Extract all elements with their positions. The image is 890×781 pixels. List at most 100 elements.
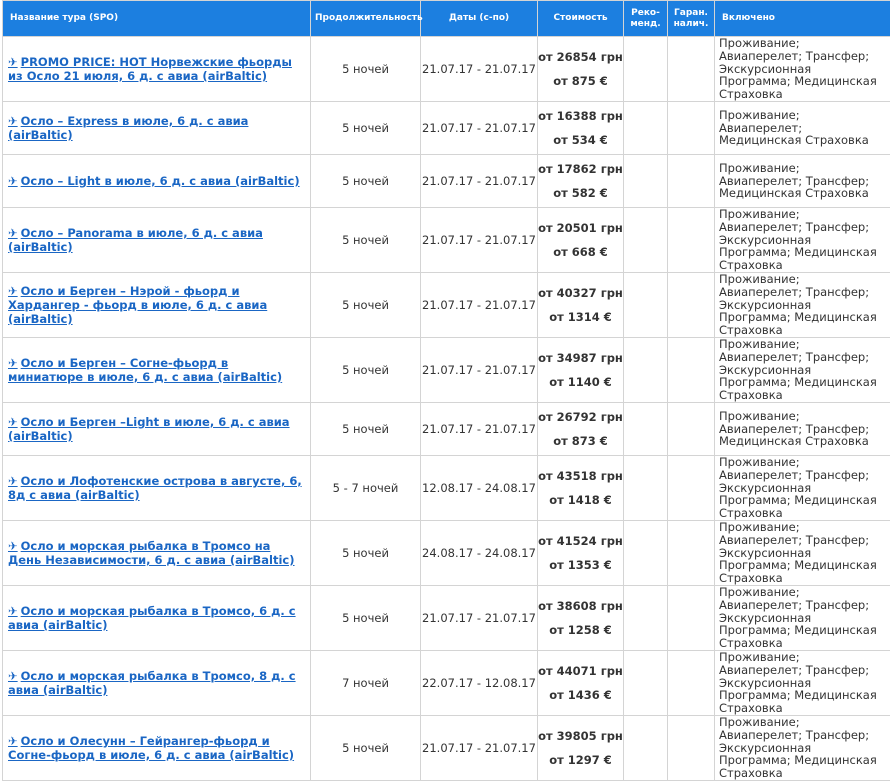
- tour-link-text: Осло и Берген – Нэрой - фьорд и Харданге…: [8, 284, 267, 326]
- tour-link-text: Осло и морская рыбалка в Тромсо, 6 д. с …: [8, 604, 296, 632]
- price-uah: от 17862 грн: [538, 160, 623, 178]
- tour-link[interactable]: ✈PROMO PRICE: HOT Норвежские фьорды из О…: [8, 55, 306, 83]
- price-cell: от 16388 грнот 534 €: [538, 101, 624, 154]
- recommended-cell: [624, 154, 668, 207]
- dates-cell: 12.08.17 - 24.08.17: [421, 455, 538, 520]
- price-eur: от 1314 €: [538, 308, 623, 326]
- price-uah: от 40327 грн: [538, 284, 623, 302]
- recommended-cell: [624, 650, 668, 715]
- tour-link-text: Осло – Express в июле, 6 д. с авиа (airB…: [8, 114, 248, 142]
- price-cell: от 40327 грн от 1314 €: [538, 272, 624, 337]
- recommended-cell: [624, 715, 668, 780]
- tour-link[interactable]: ✈Осло и морская рыбалка в Тромсо на День…: [8, 539, 306, 567]
- table-row: ✈Осло – Express в июле, 6 д. с авиа (air…: [3, 101, 890, 154]
- price-eur: от 582 €: [538, 184, 623, 202]
- price-eur: от 1353 €: [538, 556, 623, 574]
- tour-link-text: Осло – Panorama в июле, 6 д. с авиа (air…: [8, 226, 263, 254]
- header-dates[interactable]: Даты (с-по): [421, 1, 538, 37]
- guaranteed-cell: [668, 520, 715, 585]
- included-cell: Проживание; Авиаперелет; Трансфер; Экску…: [715, 715, 890, 780]
- tour-link[interactable]: ✈Осло и Олесунн – Гейрангер-фьорд и Согн…: [8, 734, 306, 762]
- guaranteed-cell: [668, 272, 715, 337]
- dates-cell: 24.08.17 - 24.08.17: [421, 520, 538, 585]
- included-cell: Проживание; Авиаперелет; Трансфер; Медиц…: [715, 154, 890, 207]
- duration-cell: 5 ночей: [311, 272, 421, 337]
- table-row: ✈Осло и Берген – Согне-фьорд в миниатюре…: [3, 337, 890, 402]
- included-cell: Проживание; Авиаперелет; Трансфер; Экску…: [715, 272, 890, 337]
- table-row: ✈Осло и Берген – Нэрой - фьорд и Харданг…: [3, 272, 890, 337]
- included-cell: Проживание; Авиаперелет; Медицинская Стр…: [715, 101, 890, 154]
- duration-cell: 5 ночей: [311, 520, 421, 585]
- tour-link-text: Осло и Лофотенские острова в августе, 6,…: [8, 474, 302, 502]
- tour-link[interactable]: ✈Осло – Express в июле, 6 д. с авиа (air…: [8, 114, 306, 142]
- tour-name-cell: ✈Осло и морская рыбалка в Тромсо на День…: [3, 520, 311, 585]
- price-uah: от 20501 грн: [538, 219, 623, 237]
- included-cell: Проживание; Авиаперелет; Трансфер; Экску…: [715, 585, 890, 650]
- airplane-icon: ✈: [8, 539, 18, 553]
- recommended-cell: [624, 272, 668, 337]
- header-tour-name[interactable]: Название тура (SPO): [3, 1, 311, 37]
- price-eur: от 1258 €: [538, 621, 623, 639]
- price-uah: от 34987 грн: [538, 349, 623, 367]
- price-eur: от 875 €: [538, 72, 623, 90]
- price-cell: от 39805 грнот 1297 €: [538, 715, 624, 780]
- table-row: ✈Осло – Panorama в июле, 6 д. с авиа (ai…: [3, 207, 890, 272]
- tour-name-cell: ✈Осло и Лофотенские острова в августе, 6…: [3, 455, 311, 520]
- tour-name-cell: ✈Осло и Берген –Light в июле, 6 д. с ави…: [3, 402, 311, 455]
- price-eur: от 534 €: [538, 131, 623, 149]
- duration-cell: 5 ночей: [311, 207, 421, 272]
- dates-cell: 21.07.17 - 21.07.17: [421, 101, 538, 154]
- guaranteed-cell: [668, 337, 715, 402]
- tour-link-text: Осло и Берген –Light в июле, 6 д. с авиа…: [8, 415, 290, 443]
- airplane-icon: ✈: [8, 734, 18, 748]
- tour-link[interactable]: ✈Осло и Берген – Согне-фьорд в миниатюре…: [8, 356, 306, 384]
- tour-link[interactable]: ✈Осло и морская рыбалка в Тромсо, 6 д. с…: [8, 604, 306, 632]
- tour-name-cell: ✈Осло и Берген – Нэрой - фьорд и Харданг…: [3, 272, 311, 337]
- header-guaranteed[interactable]: Гаран. налич.: [668, 1, 715, 37]
- included-cell: Проживание; Авиаперелет; Трансфер; Экску…: [715, 37, 890, 102]
- included-cell: Проживание; Авиаперелет; Трансфер; Экску…: [715, 650, 890, 715]
- duration-cell: 5 ночей: [311, 585, 421, 650]
- table-row: ✈Осло и Берген –Light в июле, 6 д. с ави…: [3, 402, 890, 455]
- included-cell: Проживание; Авиаперелет; Трансфер; Медиц…: [715, 402, 890, 455]
- price-uah: от 26792 грн: [538, 408, 623, 426]
- guaranteed-cell: [668, 650, 715, 715]
- price-uah: от 26854 грн: [538, 48, 623, 66]
- recommended-cell: [624, 520, 668, 585]
- header-price[interactable]: Стоимость: [538, 1, 624, 37]
- airplane-icon: ✈: [8, 474, 18, 488]
- duration-cell: 7 ночей: [311, 650, 421, 715]
- guaranteed-cell: [668, 101, 715, 154]
- table-row: ✈Осло и морская рыбалка в Тромсо на День…: [3, 520, 890, 585]
- tour-link[interactable]: ✈Осло и Берген –Light в июле, 6 д. с ави…: [8, 415, 306, 443]
- recommended-cell: [624, 585, 668, 650]
- guaranteed-cell: [668, 154, 715, 207]
- tour-link[interactable]: ✈Осло и морская рыбалка в Тромсо, 8 д. с…: [8, 669, 306, 697]
- price-uah: от 44071 грн: [538, 662, 623, 680]
- price-eur: от 1418 €: [538, 491, 623, 509]
- dates-cell: 21.07.17 - 21.07.17: [421, 272, 538, 337]
- dates-cell: 21.07.17 - 21.07.17: [421, 37, 538, 102]
- tour-name-cell: ✈Осло – Express в июле, 6 д. с авиа (air…: [3, 101, 311, 154]
- guaranteed-cell: [668, 207, 715, 272]
- included-cell: Проживание; Авиаперелет; Трансфер; Экску…: [715, 207, 890, 272]
- tour-link[interactable]: ✈Осло – Light в июле, 6 д. с авиа (airBa…: [8, 174, 306, 188]
- airplane-icon: ✈: [8, 669, 18, 683]
- header-recommended[interactable]: Реко- менд.: [624, 1, 668, 37]
- tour-link[interactable]: ✈Осло и Берген – Нэрой - фьорд и Харданг…: [8, 284, 306, 326]
- price-cell: от 43518 грнот 1418 €: [538, 455, 624, 520]
- airplane-icon: ✈: [8, 284, 18, 298]
- price-eur: от 1140 €: [538, 373, 623, 391]
- table-row: ✈Осло – Light в июле, 6 д. с авиа (airBa…: [3, 154, 890, 207]
- tour-name-cell: ✈PROMO PRICE: HOT Норвежские фьорды из О…: [3, 37, 311, 102]
- tour-link[interactable]: ✈Осло – Panorama в июле, 6 д. с авиа (ai…: [8, 226, 306, 254]
- header-duration[interactable]: Продолжительность: [311, 1, 421, 37]
- price-cell: от 20501 грнот 668 €: [538, 207, 624, 272]
- duration-cell: 5 ночей: [311, 337, 421, 402]
- guaranteed-cell: [668, 715, 715, 780]
- airplane-icon: ✈: [8, 174, 18, 188]
- airplane-icon: ✈: [8, 604, 18, 618]
- duration-cell: 5 - 7 ночей: [311, 455, 421, 520]
- tour-link[interactable]: ✈Осло и Лофотенские острова в августе, 6…: [8, 474, 306, 502]
- tour-name-cell: ✈Осло – Light в июле, 6 д. с авиа (airBa…: [3, 154, 311, 207]
